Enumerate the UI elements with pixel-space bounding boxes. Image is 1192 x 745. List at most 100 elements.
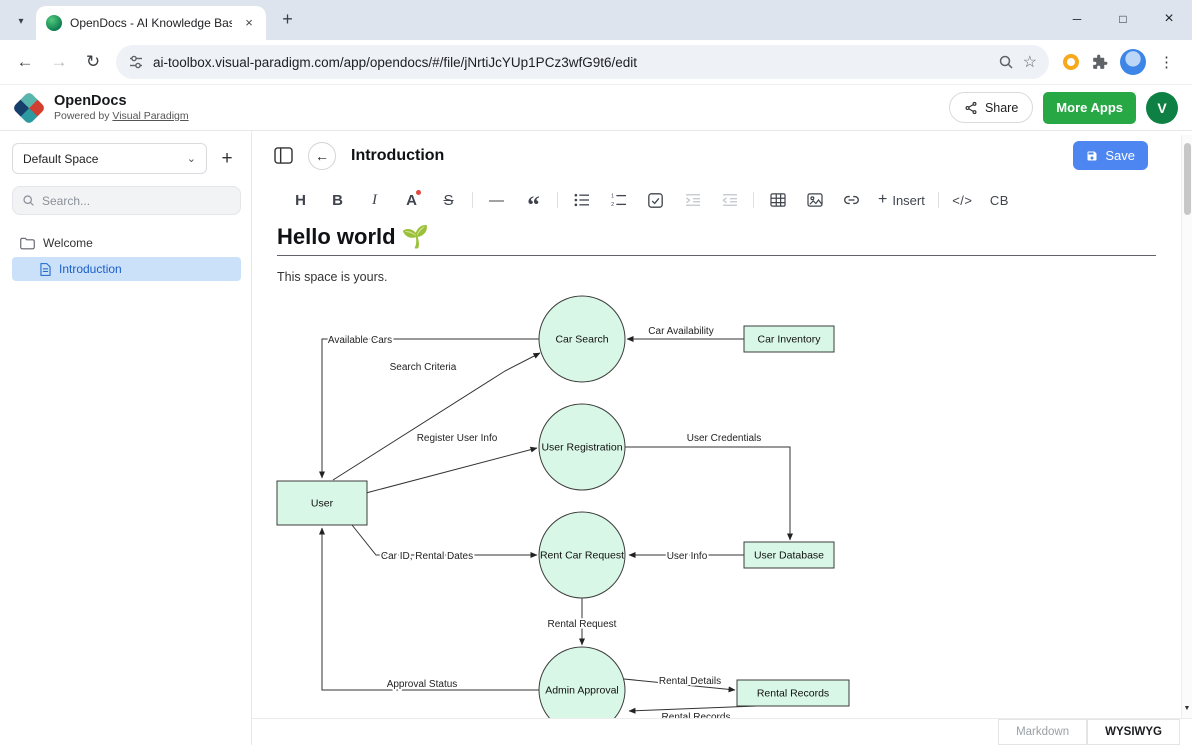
extension-dot-icon[interactable] <box>1063 54 1079 70</box>
save-icon <box>1086 150 1098 162</box>
window-close-button[interactable]: × <box>1146 0 1192 38</box>
visual-paradigm-logo <box>14 93 44 123</box>
app-name: OpenDocs <box>54 93 189 110</box>
tree-item-label: Introduction <box>59 262 122 276</box>
browser-menu-icon[interactable]: ⋮ <box>1157 53 1176 71</box>
font-color-letter: A <box>406 192 417 209</box>
node-label-user: User <box>311 498 334 510</box>
site-info-icon[interactable] <box>128 54 144 70</box>
back-button[interactable]: ← <box>8 45 42 79</box>
node-label-car-search: Car Search <box>555 334 608 346</box>
toolbar-divider <box>753 192 754 208</box>
toolbar-divider <box>938 192 939 208</box>
tree-item-welcome[interactable]: Welcome <box>12 231 241 255</box>
user-avatar[interactable]: V <box>1146 92 1178 124</box>
app-titles: OpenDocs Powered by Visual Paradigm <box>54 93 189 123</box>
space-selector-value: Default Space <box>23 152 98 166</box>
share-label: Share <box>985 101 1018 115</box>
window-maximize-button[interactable]: □ <box>1100 0 1146 38</box>
edge-label-register-user-info: Register User Info <box>417 433 498 444</box>
profile-avatar[interactable] <box>1120 49 1146 75</box>
main-area: Default Space ⌄ + Welcome <box>0 131 1192 745</box>
edge-register-user-info <box>366 448 537 493</box>
bold-icon[interactable]: B <box>319 186 356 214</box>
edge-label-available-cars: Available Cars <box>328 335 392 346</box>
image-icon[interactable] <box>796 186 833 214</box>
markdown-mode-button[interactable]: Markdown <box>998 719 1087 745</box>
space-selector[interactable]: Default Space ⌄ <box>12 143 207 174</box>
edge-label-car-availability: Car Availability <box>648 326 713 337</box>
horizontal-rule-icon[interactable]: — <box>478 186 515 214</box>
extensions-puzzle-icon[interactable] <box>1090 53 1109 72</box>
tree-item-introduction[interactable]: Introduction <box>12 257 241 281</box>
insert-button[interactable]: + Insert <box>870 186 933 214</box>
node-label-rental-records: Rental Records <box>757 688 829 700</box>
numbered-list-icon[interactable]: 12 <box>600 186 637 214</box>
browser-tab[interactable]: OpenDocs - AI Knowledge Base × <box>36 6 266 40</box>
more-apps-button[interactable]: More Apps <box>1043 92 1136 124</box>
node-label-admin-approval: Admin Approval <box>545 685 619 697</box>
font-color-icon[interactable]: A <box>393 186 430 214</box>
font-color-dot <box>416 190 421 195</box>
editor-scrollbar[interactable]: ▼ <box>1181 135 1192 718</box>
app-header: OpenDocs Powered by Visual Paradigm Shar… <box>0 85 1192 131</box>
scrollbar-thumb[interactable] <box>1184 143 1191 215</box>
svg-text:1: 1 <box>611 193 614 199</box>
visual-paradigm-link[interactable]: Visual Paradigm <box>112 110 188 122</box>
scroll-down-icon[interactable]: ▼ <box>1182 702 1192 715</box>
toggle-sidebar-icon[interactable] <box>274 147 293 164</box>
sidebar-search[interactable] <box>12 186 241 215</box>
link-icon[interactable] <box>833 186 870 214</box>
browser-window: ▾ OpenDocs - AI Knowledge Base × + ─ □ ×… <box>0 0 1192 745</box>
search-icon <box>22 194 35 207</box>
bullet-list-icon[interactable] <box>563 186 600 214</box>
zoom-icon[interactable] <box>998 54 1014 70</box>
edge-available-cars <box>322 339 539 478</box>
share-button[interactable]: Share <box>949 92 1033 123</box>
tab-title: OpenDocs - AI Knowledge Base <box>70 16 232 30</box>
italic-icon[interactable]: I <box>356 186 393 214</box>
code-block-icon[interactable]: CB <box>981 186 1018 214</box>
indent-icon[interactable] <box>674 186 711 214</box>
address-bar[interactable]: ai-toolbox.visual-paradigm.com/app/opend… <box>116 45 1049 79</box>
window-minimize-button[interactable]: ─ <box>1054 0 1100 38</box>
heading-icon[interactable]: H <box>282 186 319 214</box>
chevron-down-icon: ⌄ <box>187 152 196 165</box>
formatting-toolbar: H B I A S — “ 12 <box>252 180 1192 220</box>
dfd-svg: Car SearchUser RegistrationRent Car Requ… <box>252 290 1157 718</box>
table-icon[interactable] <box>759 186 796 214</box>
url-text: ai-toolbox.visual-paradigm.com/app/opend… <box>153 55 989 70</box>
tab-close-icon[interactable]: × <box>240 14 258 32</box>
page-title: Introduction <box>351 147 444 165</box>
folder-icon <box>20 237 35 250</box>
document-intro-text: This space is yours. <box>277 270 1156 284</box>
add-space-button[interactable]: + <box>213 145 241 173</box>
blockquote-icon[interactable]: “ <box>515 186 552 214</box>
node-admin-approval[interactable] <box>539 647 625 718</box>
powered-by-prefix: Powered by <box>54 110 109 122</box>
wysiwyg-mode-button[interactable]: WYSIWYG <box>1087 719 1180 745</box>
search-input[interactable] <box>42 194 231 208</box>
new-tab-button[interactable]: + <box>274 6 301 33</box>
share-icon <box>964 101 978 115</box>
toolbar-divider <box>472 192 473 208</box>
save-label: Save <box>1105 148 1135 163</box>
outdent-icon[interactable] <box>711 186 748 214</box>
powered-by: Powered by Visual Paradigm <box>54 110 189 123</box>
save-button[interactable]: Save <box>1073 141 1148 170</box>
bookmark-star-icon[interactable]: ☆ <box>1023 52 1037 72</box>
forward-button[interactable]: → <box>42 45 76 79</box>
document-heading: Hello world 🌱 <box>277 224 1156 256</box>
task-list-icon[interactable] <box>637 186 674 214</box>
tab-search-button[interactable]: ▾ <box>8 8 34 34</box>
strikethrough-icon[interactable]: S <box>430 186 467 214</box>
plus-icon: + <box>878 191 887 209</box>
edge-label-approval-status: Approval Status <box>387 679 458 690</box>
code-icon[interactable]: </> <box>944 186 981 214</box>
page-back-button[interactable]: ← <box>308 142 336 170</box>
toolbar-divider <box>557 192 558 208</box>
document-canvas[interactable]: Hello world 🌱 This space is yours. Car S… <box>252 220 1192 718</box>
edge-label-car-id-rental-dates: Car ID, Rental Dates <box>381 551 473 562</box>
browser-action-icons: ⋮ <box>1055 49 1184 75</box>
reload-button[interactable]: ↻ <box>76 45 110 79</box>
